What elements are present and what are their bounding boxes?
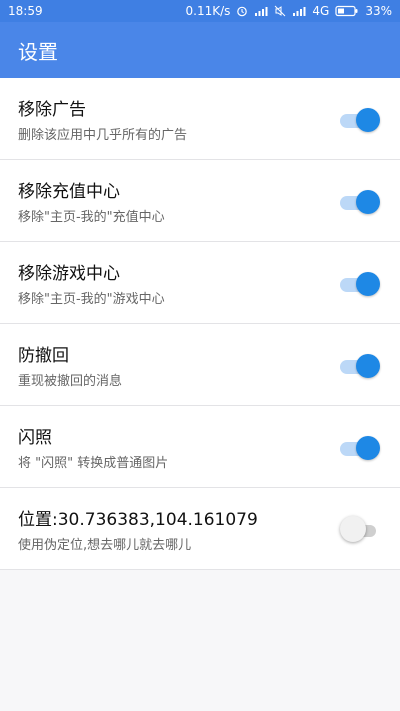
setting-remove-recharge-center[interactable]: 移除充值中心 移除"主页-我的"充值中心 bbox=[0, 160, 400, 242]
status-time: 18:59 bbox=[8, 4, 43, 18]
toggle-switch-on[interactable] bbox=[340, 106, 380, 132]
setting-remove-ads[interactable]: 移除广告 删除该应用中几乎所有的广告 bbox=[0, 78, 400, 160]
toggle-switch-on[interactable] bbox=[340, 270, 380, 296]
alarm-icon bbox=[236, 5, 248, 17]
setting-location[interactable]: 位置:30.736383,104.161079 使用伪定位,想去哪儿就去哪儿 bbox=[0, 488, 400, 570]
status-icons: 0.11K/s 4G 33% bbox=[186, 4, 393, 18]
switch-thumb bbox=[356, 435, 380, 460]
setting-subtitle: 移除"主页-我的"游戏中心 bbox=[18, 291, 165, 307]
page-title: 设置 bbox=[18, 39, 58, 64]
switch-thumb bbox=[356, 271, 380, 296]
setting-text: 移除游戏中心 移除"主页-我的"游戏中心 bbox=[18, 259, 165, 307]
switch-thumb bbox=[356, 353, 380, 378]
battery-percent: 33% bbox=[365, 4, 392, 18]
setting-remove-game-center[interactable]: 移除游戏中心 移除"主页-我的"游戏中心 bbox=[0, 242, 400, 324]
signal-icon bbox=[254, 6, 268, 17]
switch-thumb bbox=[340, 515, 366, 542]
settings-list: 移除广告 删除该应用中几乎所有的广告 移除充值中心 移除"主页-我的"充值中心 … bbox=[0, 78, 400, 570]
setting-title: 移除广告 bbox=[18, 99, 86, 120]
status-bar: 18:59 0.11K/s 4G 33% bbox=[0, 0, 400, 22]
setting-title: 防撤回 bbox=[18, 345, 69, 366]
setting-subtitle: 将 "闪照" 转换成普通图片 bbox=[18, 455, 169, 471]
setting-subtitle: 使用伪定位,想去哪儿就去哪儿 bbox=[18, 537, 192, 553]
setting-subtitle: 重现被撤回的消息 bbox=[18, 373, 123, 389]
setting-subtitle: 删除该应用中几乎所有的广告 bbox=[18, 127, 188, 143]
mute-icon bbox=[274, 5, 286, 17]
setting-text: 移除充值中心 移除"主页-我的"充值中心 bbox=[18, 177, 165, 225]
signal-icon bbox=[292, 6, 306, 17]
setting-title: 移除充值中心 bbox=[18, 181, 120, 202]
setting-anti-recall[interactable]: 防撤回 重现被撤回的消息 bbox=[0, 324, 400, 406]
setting-title: 位置:30.736383,104.161079 bbox=[18, 509, 258, 530]
setting-title: 移除游戏中心 bbox=[18, 263, 120, 284]
setting-title: 闪照 bbox=[18, 427, 52, 448]
setting-flash-photo[interactable]: 闪照 将 "闪照" 转换成普通图片 bbox=[0, 406, 400, 488]
switch-thumb bbox=[356, 189, 380, 214]
battery-icon bbox=[335, 5, 359, 17]
toggle-switch-off[interactable] bbox=[340, 515, 380, 542]
network-speed: 0.11K/s bbox=[185, 4, 231, 18]
setting-subtitle: 移除"主页-我的"充值中心 bbox=[18, 209, 165, 225]
setting-text: 闪照 将 "闪照" 转换成普通图片 bbox=[18, 423, 168, 471]
setting-text: 防撤回 重现被撤回的消息 bbox=[18, 341, 122, 389]
setting-text: 移除广告 删除该应用中几乎所有的广告 bbox=[18, 95, 187, 143]
toggle-switch-on[interactable] bbox=[340, 352, 380, 378]
toggle-switch-on[interactable] bbox=[340, 188, 380, 214]
toggle-switch-on[interactable] bbox=[340, 434, 380, 460]
app-bar: 设置 bbox=[0, 22, 400, 78]
setting-text: 位置:30.736383,104.161079 使用伪定位,想去哪儿就去哪儿 bbox=[18, 505, 258, 553]
network-type: 4G bbox=[312, 4, 330, 18]
switch-thumb bbox=[356, 107, 380, 132]
